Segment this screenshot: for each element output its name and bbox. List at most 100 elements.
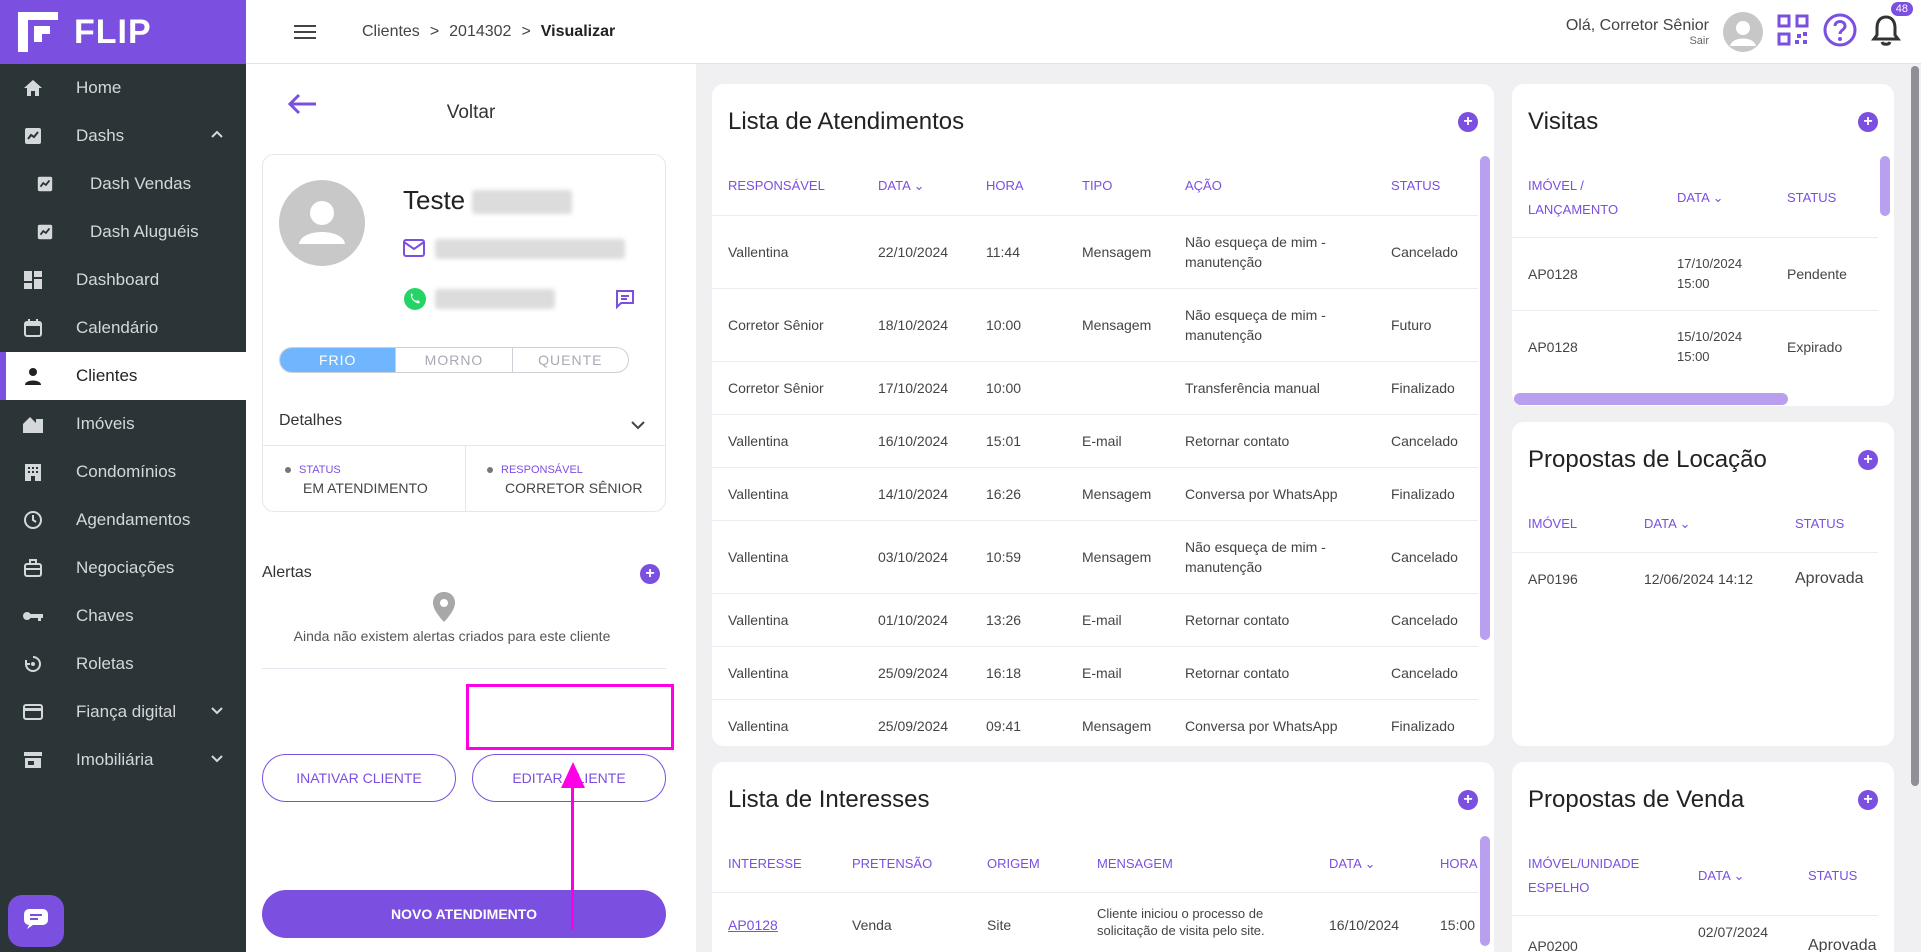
new-service-button[interactable]: NOVO ATENDIMENTO [262, 890, 666, 938]
table-row[interactable]: AP0196 12/06/2024 14:12 Aprovada [1512, 552, 1878, 605]
plus-icon: + [645, 565, 655, 582]
vertical-scrollbar[interactable] [1480, 836, 1490, 946]
help-icon[interactable] [1823, 13, 1857, 52]
sidebar-item-home[interactable]: Home [0, 64, 246, 112]
interest-link[interactable]: AP0128 [728, 915, 778, 935]
responsible-key: RESPONSÁVEL [487, 464, 583, 476]
menu-icon[interactable] [294, 21, 316, 43]
chevron-up-icon [210, 126, 224, 146]
sidebar-item-label: Negociações [76, 558, 175, 577]
column-header: HORA [1440, 856, 1478, 871]
column-header-sortable[interactable]: DATA ⌄ [1644, 512, 1691, 536]
sidebar-item-dashboard[interactable]: Dashboard [0, 256, 246, 304]
table-row[interactable]: AP0200 02/07/2024 Aprovada [1512, 915, 1878, 952]
column-header-sortable[interactable]: DATA ⌄ [1698, 864, 1745, 888]
sidebar-item-dash-vendas[interactable]: Dash Vendas [0, 160, 246, 208]
column-header: STATUS [1795, 516, 1845, 531]
column-header-sortable[interactable]: DATA ⌄ [878, 174, 925, 198]
logout-link[interactable]: Sair [1566, 35, 1709, 47]
sidebar-item-label: Imobiliária [76, 750, 154, 769]
vertical-scrollbar[interactable] [1880, 156, 1890, 216]
table-row[interactable]: Vallentina 22/10/2024 11:44 Mensagem Não esq… [712, 215, 1478, 288]
redacted-surname [472, 190, 573, 215]
breadcrumb-separator: > [429, 22, 440, 40]
sidebar-item-label: Dashs [76, 126, 125, 145]
column-header: TIPO [1082, 178, 1113, 193]
horizontal-scrollbar[interactable] [1514, 393, 1788, 405]
table-row[interactable]: Vallentina 25/09/2024 09:41 Mensagem Convers… [712, 699, 1478, 746]
table-row[interactable]: Vallentina 25/09/2024 16:18 E-mail Retornar … [712, 646, 1478, 699]
sidebar-item-dash-alugueis[interactable]: Dash Aluguéis [0, 208, 246, 256]
breadcrumb-clientes[interactable]: Clientes [362, 23, 420, 41]
temperature-selector: FRIO MORNO QUENTE [279, 347, 629, 373]
add-sale-proposal-button[interactable]: + [1858, 790, 1878, 810]
breadcrumb: Clientes > 2014302 > Visualizar [362, 23, 615, 41]
column-header: STATUS [1391, 178, 1441, 193]
table-row[interactable]: AP0128 Venda Site Cliente iniciou o proc… [712, 892, 1478, 952]
chat-button[interactable] [8, 895, 64, 947]
sidebar-item-agendamentos[interactable]: Agendamentos [0, 496, 246, 544]
sale-proposals-title: Propostas de Venda [1528, 786, 1745, 813]
sidebar-item-label: Agendamentos [76, 510, 191, 529]
add-rental-proposal-button[interactable]: + [1858, 450, 1878, 470]
chevron-down-icon: ⌄ [1679, 516, 1691, 531]
details-toggle-label[interactable]: Detalhes [279, 412, 342, 430]
alerts-empty-message: Ainda não existem alertas criados para e… [293, 628, 611, 644]
temperature-quente[interactable]: QUENTE [513, 348, 628, 372]
temperature-frio[interactable]: FRIO [280, 348, 397, 372]
table-row[interactable]: Corretor Sênior 18/10/2024 10:00 Mensagem Nã… [712, 288, 1478, 361]
column-header-sortable[interactable]: DATA ⌄ [1329, 852, 1376, 876]
sidebar-item-fianca-digital[interactable]: Fiança digital [0, 688, 246, 736]
sidebar-item-label: Fiança digital [76, 702, 177, 721]
sidebar-item-roletas[interactable]: Roletas [0, 640, 246, 688]
sidebar-item-clientes[interactable]: Clientes [0, 352, 246, 400]
responsible-value: CORRETOR SÊNIOR [505, 480, 643, 496]
deactivate-client-button[interactable]: INATIVAR CLIENTE [262, 754, 456, 802]
sidebar-item-chaves[interactable]: Chaves [0, 592, 246, 640]
column-header: RESPONSÁVEL [728, 178, 825, 193]
app-logo[interactable]: FLIP [0, 0, 246, 64]
add-visit-button[interactable]: + [1858, 112, 1878, 132]
rental-proposals-card: Propostas de Locação + IMÓVEL DATA ⌄ STA… [1512, 422, 1894, 746]
clock-icon [22, 509, 44, 531]
add-alert-button[interactable]: + [640, 564, 660, 584]
user-greeting: Olá, Corretor Sênior [1565, 17, 1709, 34]
back-label[interactable]: Voltar [246, 102, 696, 124]
whatsapp-icon[interactable] [403, 287, 427, 316]
column-header-sortable[interactable]: DATA ⌄ [1677, 186, 1724, 210]
column-header: HORA [986, 178, 1024, 193]
sidebar-item-dashs[interactable]: Dashs [0, 112, 246, 160]
chevron-down-icon: ⌄ [1712, 190, 1724, 205]
vertical-scrollbar[interactable] [1480, 156, 1490, 640]
plus-icon: + [1463, 791, 1473, 808]
sidebar-item-imoveis[interactable]: Imóveis [0, 400, 246, 448]
sidebar-item-imobiliaria[interactable]: Imobiliária [0, 736, 246, 784]
notification-bell-icon[interactable]: 48 [1871, 1, 1913, 51]
breadcrumb-separator: > [521, 22, 531, 40]
sidebar-item-calendario[interactable]: Calendário [0, 304, 246, 352]
chevron-down-icon [210, 702, 224, 722]
page-scrollbar[interactable] [1911, 66, 1919, 786]
sidebar-item-label: Calendário [76, 318, 159, 337]
sidebar-item-negociacoes[interactable]: Negociações [0, 544, 246, 592]
table-row[interactable]: AP0128 15/10/2024 15:00 Expirado [1512, 310, 1878, 383]
table-row[interactable]: AP0128 17/10/2024 15:00 Pendente [1512, 237, 1878, 310]
breadcrumb-client-id[interactable]: 2014302 [449, 23, 511, 41]
table-row[interactable]: Vallentina 14/10/2024 16:26 Mensagem Convers… [712, 467, 1478, 520]
sidebar-item-label: Dash Vendas [90, 174, 192, 193]
sidebar-item-condominios[interactable]: Condomínios [0, 448, 246, 496]
add-interest-button[interactable]: + [1458, 790, 1478, 810]
app-name: FLIP [74, 12, 152, 51]
table-row[interactable]: Vallentina 16/10/2024 15:01 E-mail Retornar … [712, 414, 1478, 467]
message-icon[interactable] [615, 289, 635, 314]
table-row[interactable]: Vallentina 01/10/2024 13:26 E-mail Retornar … [712, 593, 1478, 646]
temperature-morno[interactable]: MORNO [396, 348, 513, 372]
chevron-down-icon[interactable] [631, 417, 645, 435]
qr-code-icon[interactable] [1777, 14, 1809, 51]
chart-icon [34, 173, 56, 195]
table-row[interactable]: Corretor Sênior 17/10/2024 10:00 Transferên… [712, 361, 1478, 414]
add-service-button[interactable]: + [1458, 112, 1478, 132]
table-row[interactable]: Vallentina 03/10/2024 10:59 Mensagem Não esq… [712, 520, 1478, 593]
user-avatar[interactable] [1723, 12, 1763, 52]
redacted-email [435, 239, 625, 259]
